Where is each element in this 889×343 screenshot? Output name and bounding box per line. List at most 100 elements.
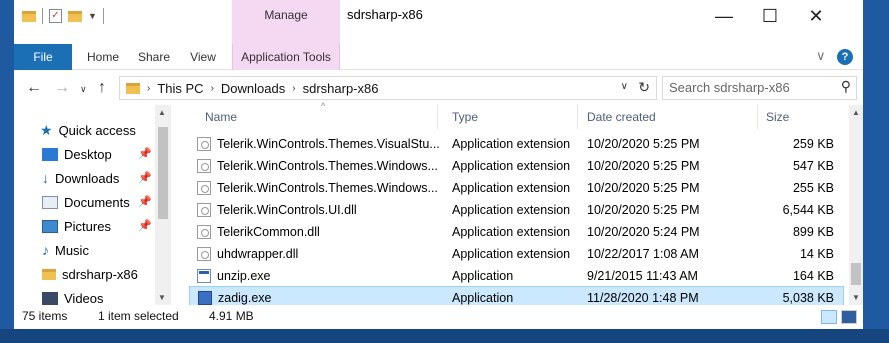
- folder-icon: [22, 10, 36, 22]
- desktop-background-left: [0, 0, 14, 343]
- sidebar-item-videos[interactable]: Videos: [42, 287, 104, 305]
- sidebar-item-label: Music: [55, 242, 89, 258]
- desktop-background-bottom: [0, 329, 889, 343]
- file-date: 10/20/2020 5:24 PM: [587, 225, 700, 239]
- file-name: Telerik.WinControls.UI.dll: [217, 203, 357, 217]
- file-size: 899 KB: [792, 225, 834, 239]
- tab-home[interactable]: Home: [78, 44, 128, 70]
- sidebar-item-label: Quick access: [58, 122, 136, 138]
- file-name: unzip.exe: [217, 269, 271, 283]
- sidebar-item-desktop[interactable]: Desktop: [42, 143, 112, 165]
- scroll-down-icon[interactable]: ▼: [158, 293, 166, 302]
- recent-locations-icon[interactable]: ∨: [80, 84, 87, 95]
- file-name: uhdwrapper.dll: [217, 247, 299, 261]
- column-divider[interactable]: [577, 105, 578, 129]
- breadcrumb-sdrsharp[interactable]: sdrsharp-x86: [303, 81, 379, 96]
- details-view-icon[interactable]: [821, 310, 837, 324]
- sidebar-item-downloads[interactable]: ↓ Downloads: [42, 167, 119, 189]
- file-list: ^ Name Type Date created Size Telerik.Wi…: [179, 101, 863, 308]
- sidebar-item-quick-access[interactable]: ★ Quick access: [40, 119, 136, 141]
- sort-ascending-icon: ^: [321, 101, 326, 111]
- tab-view[interactable]: View: [181, 44, 225, 70]
- table-row[interactable]: Telerik.WinControls.UI.dll Application e…: [189, 199, 844, 221]
- sidebar-item-label: Pictures: [64, 218, 111, 234]
- dll-file-icon: [197, 159, 211, 173]
- sidebar-item-pictures[interactable]: Pictures: [42, 215, 111, 237]
- sidebar-item-music[interactable]: ♪ Music: [42, 239, 89, 261]
- scrollbar-thumb[interactable]: [851, 263, 861, 285]
- file-size: 259 KB: [792, 137, 834, 151]
- column-divider[interactable]: [437, 105, 438, 129]
- dll-file-icon: [197, 225, 211, 239]
- column-header-type[interactable]: Type: [452, 105, 478, 129]
- sidebar-item-sdrsharp[interactable]: sdrsharp-x86: [42, 263, 138, 285]
- toolbar-divider: [42, 8, 43, 24]
- breadcrumb-downloads[interactable]: Downloads: [221, 81, 285, 96]
- file-type: Application extension: [452, 203, 571, 217]
- sidebar-item-label: sdrsharp-x86: [62, 266, 138, 282]
- up-icon[interactable]: ↑: [98, 79, 106, 97]
- file-name: TelerikCommon.dll: [217, 225, 320, 239]
- file-date: 10/20/2020 5:25 PM: [587, 159, 700, 173]
- breadcrumb-this-pc[interactable]: This PC: [157, 81, 203, 96]
- music-icon: ♪: [42, 242, 49, 258]
- file-date: 9/21/2015 11:43 AM: [587, 269, 698, 283]
- customize-toolbar-icon[interactable]: ▼: [88, 11, 97, 21]
- title-bar: ✓ ▼ Manage sdrsharp-x86 — ☐ ✕: [14, 0, 863, 44]
- selection-count: 1 item selected: [98, 309, 179, 323]
- column-header-date[interactable]: Date created: [587, 105, 656, 129]
- table-row[interactable]: Telerik.WinControls.Themes.VisualStu... …: [189, 133, 844, 155]
- file-type: Application: [452, 269, 514, 283]
- dll-file-icon: [197, 137, 211, 151]
- sidebar-item-label: Desktop: [64, 146, 112, 162]
- forward-icon[interactable]: →: [54, 79, 70, 97]
- scroll-up-icon[interactable]: ▲: [852, 108, 860, 117]
- back-icon[interactable]: ←: [26, 79, 42, 97]
- table-row[interactable]: Telerik.WinControls.Themes.Windows... Ap…: [189, 155, 844, 177]
- column-divider[interactable]: [757, 105, 758, 129]
- sidebar-item-documents[interactable]: Documents: [42, 191, 130, 213]
- table-row[interactable]: unzip.exe Application 9/21/2015 11:43 AM…: [189, 265, 844, 287]
- column-header-size[interactable]: Size: [766, 105, 789, 129]
- collapse-ribbon-icon[interactable]: ∨: [816, 48, 826, 64]
- table-row[interactable]: TelerikCommon.dll Application extension …: [189, 221, 844, 243]
- tab-share[interactable]: Share: [132, 44, 176, 70]
- video-icon: [42, 291, 58, 305]
- file-list-scrollbar[interactable]: ▲ ▼: [849, 105, 863, 305]
- properties-icon[interactable]: ✓: [49, 9, 62, 23]
- help-icon[interactable]: ?: [837, 49, 853, 65]
- selection-size: 4.91 MB: [209, 309, 254, 323]
- dll-file-icon: [197, 181, 211, 195]
- file-date: 10/20/2020 5:25 PM: [587, 181, 700, 195]
- breadcrumb-separator: ›: [292, 82, 296, 94]
- column-header-name[interactable]: Name: [205, 105, 237, 129]
- sidebar-item-label: Downloads: [55, 170, 120, 186]
- maximize-button[interactable]: ☐: [747, 0, 793, 32]
- navigation-scrollbar[interactable]: ▲ ▼: [155, 105, 171, 305]
- file-size: 255 KB: [792, 181, 834, 195]
- refresh-icon[interactable]: ↻: [638, 79, 650, 96]
- close-button[interactable]: ✕: [793, 0, 839, 32]
- file-type: Application extension: [452, 181, 571, 195]
- table-row[interactable]: Telerik.WinControls.Themes.Windows... Ap…: [189, 177, 844, 199]
- scrollbar-thumb[interactable]: [158, 127, 168, 219]
- search-input[interactable]: Search sdrsharp-x86: [662, 76, 857, 100]
- tab-file[interactable]: File: [14, 44, 72, 70]
- desktop-icon: [42, 147, 58, 161]
- table-row[interactable]: uhdwrapper.dll Application extension 10/…: [189, 243, 844, 265]
- address-field[interactable]: › This PC › Downloads › sdrsharp-x86 ∨ ↻: [119, 76, 657, 100]
- pin-icon: 📌: [138, 220, 152, 232]
- large-icons-view-icon[interactable]: [841, 310, 857, 324]
- document-icon: [42, 195, 58, 209]
- address-dropdown-icon[interactable]: ∨: [621, 81, 628, 92]
- zadig-app-icon: [198, 291, 212, 305]
- search-icon[interactable]: ⚲: [841, 78, 851, 95]
- new-folder-icon[interactable]: [68, 10, 82, 22]
- breadcrumb-separator: ›: [210, 82, 214, 94]
- scroll-down-icon[interactable]: ▼: [852, 293, 860, 302]
- star-icon: ★: [40, 121, 53, 138]
- scroll-up-icon[interactable]: ▲: [158, 108, 166, 117]
- folder-icon: [126, 82, 140, 94]
- tab-application-tools[interactable]: Application Tools: [232, 44, 340, 70]
- minimize-button[interactable]: —: [701, 0, 747, 32]
